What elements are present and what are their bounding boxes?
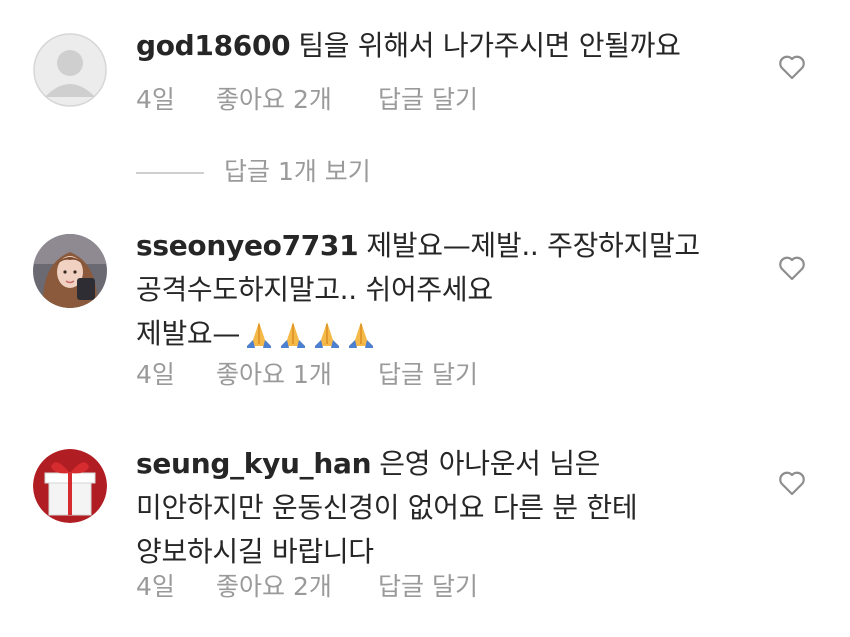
comment-body-line: 팀을 위해서 나가주시면 안될까요 (298, 29, 681, 62)
comment-body-line: 제발요— (136, 317, 241, 350)
folded-hands-icon (349, 322, 374, 348)
profile-photo[interactable] (33, 234, 107, 308)
folded-hands-icon (281, 322, 306, 348)
comment-likes[interactable]: 좋아요 2개 (216, 567, 378, 603)
comment-text: god18600 팀을 위해서 나가주시면 안될까요 (136, 24, 756, 68)
comment-time: 4일 (136, 85, 175, 114)
gift-box-icon[interactable] (33, 449, 107, 523)
view-replies-label: 답글 1개 보기 (224, 157, 371, 186)
comment-time: 4일 (136, 572, 175, 601)
comment-body-line: 미안하지만 운동신경이 없어요 다른 분 한테 (136, 491, 638, 524)
comment-username[interactable]: seung_kyu_han (136, 447, 372, 480)
reply-button[interactable]: 답글 달기 (378, 355, 478, 391)
comment-likes[interactable]: 좋아요 2개 (216, 80, 378, 116)
reply-button[interactable]: 답글 달기 (378, 567, 478, 603)
comment-meta: 4일 좋아요 2개 답글 달기 (136, 567, 478, 607)
comment-username[interactable]: sseonyeo7731 (136, 229, 359, 262)
default-avatar-icon[interactable] (33, 33, 107, 107)
divider-line (136, 172, 204, 174)
heart-icon[interactable] (778, 54, 806, 80)
comment-meta: 4일 좋아요 1개 답글 달기 (136, 355, 478, 395)
folded-hands-emoji-group (244, 320, 376, 350)
comment-body-line: 공격수도하지말고.. 쉬어주세요 (136, 273, 493, 306)
heart-icon[interactable] (778, 255, 806, 281)
comment-text: sseonyeo7731 제발요—제발.. 주장하지말고 공격수도하지말고.. 쉬… (136, 224, 756, 356)
comment-time: 4일 (136, 360, 175, 389)
heart-icon[interactable] (778, 470, 806, 496)
comment-username[interactable]: god18600 (136, 29, 291, 62)
comment-text: seung_kyu_han 은영 아나운서 님은 미안하지만 운동신경이 없어요 … (136, 442, 756, 574)
folded-hands-icon (315, 322, 340, 348)
reply-button[interactable]: 답글 달기 (378, 80, 478, 116)
comment-meta: 4일 좋아요 2개 답글 달기 (136, 80, 478, 120)
comment-body-line: 제발요—제발.. 주장하지말고 (366, 229, 700, 262)
comment-likes[interactable]: 좋아요 1개 (216, 355, 378, 391)
comment-body-line: 은영 아나운서 님은 (379, 447, 601, 480)
folded-hands-icon (247, 322, 272, 348)
view-replies-button[interactable]: 답글 1개 보기 (136, 152, 371, 192)
